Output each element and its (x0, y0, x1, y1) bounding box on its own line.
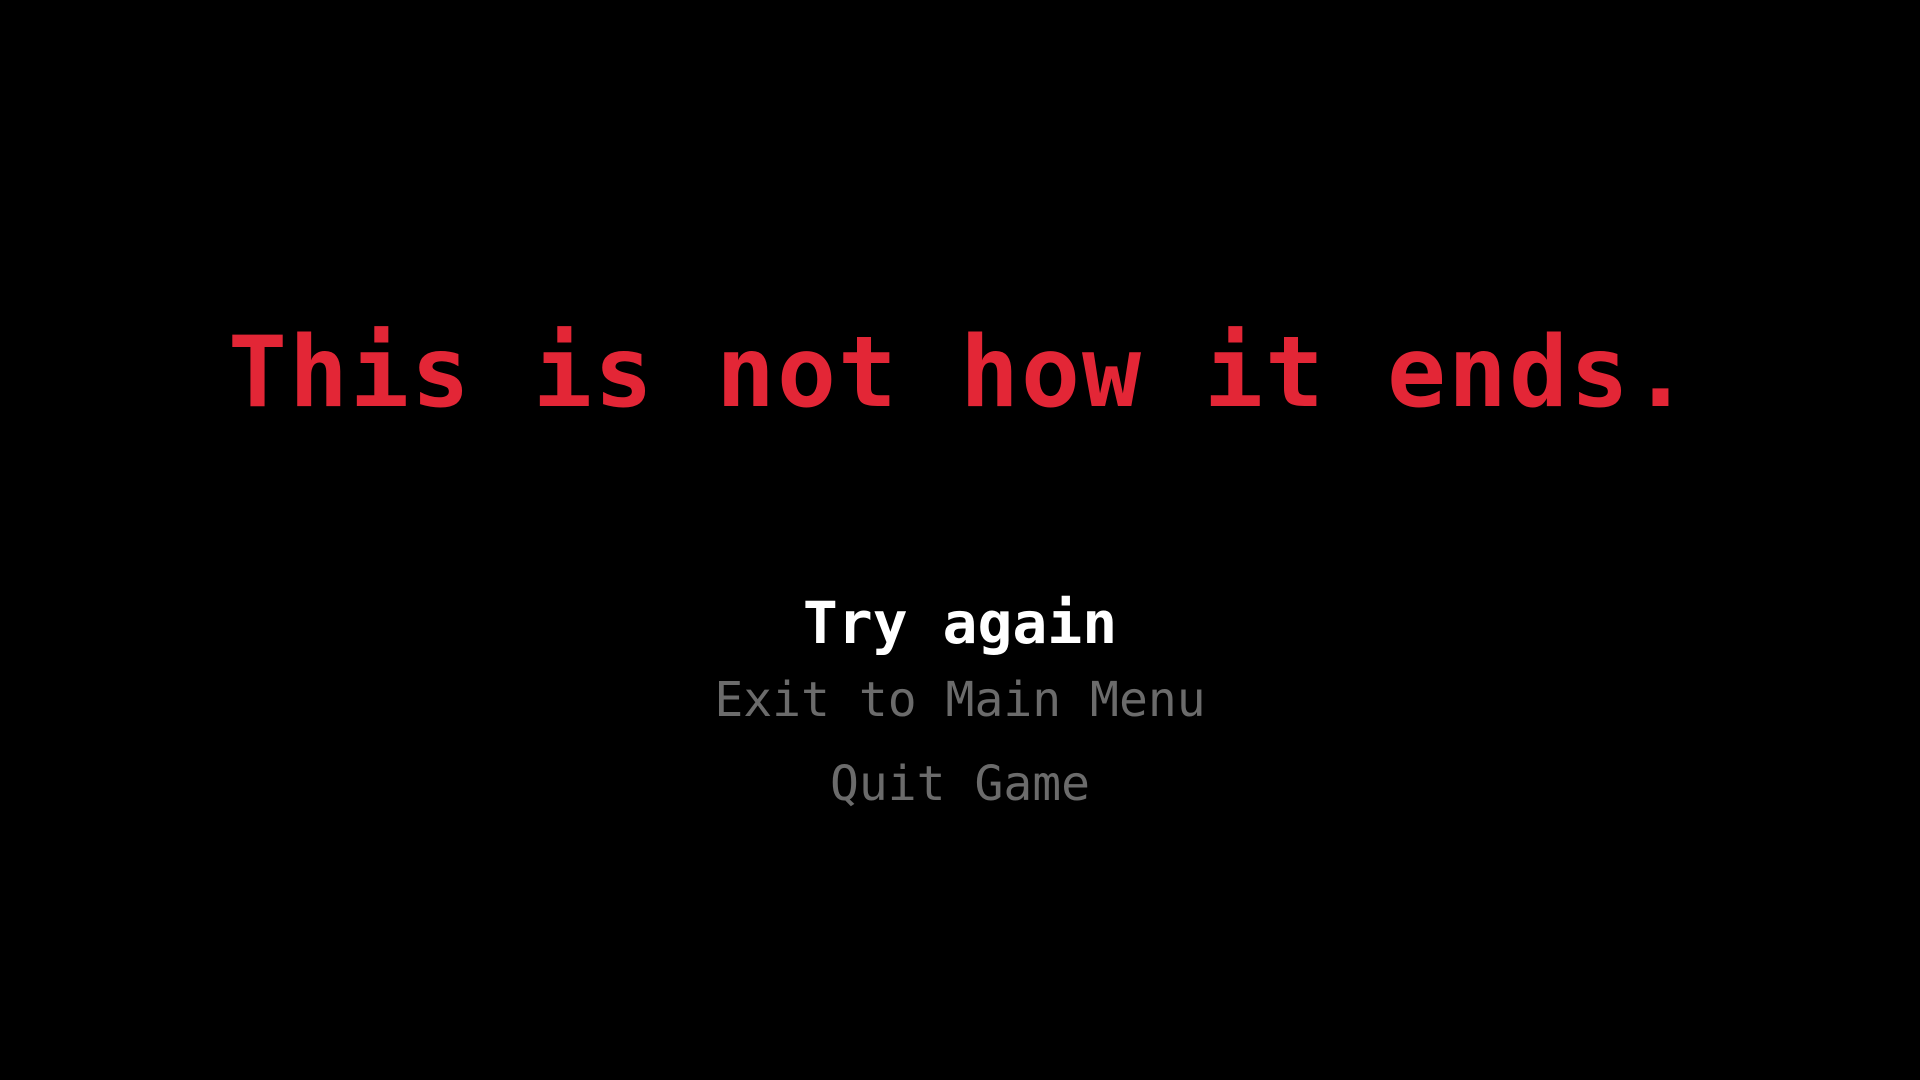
exit-to-main-menu-button[interactable]: Exit to Main Menu (0, 658, 1920, 742)
game-over-screen: This is not how it ends. Try again Exit … (0, 0, 1920, 1080)
try-again-button[interactable]: Try again (0, 588, 1920, 658)
game-over-headline: This is not how it ends. (0, 318, 1920, 428)
quit-game-button[interactable]: Quit Game (0, 742, 1920, 826)
game-over-menu: Try again Exit to Main Menu Quit Game (0, 588, 1920, 826)
